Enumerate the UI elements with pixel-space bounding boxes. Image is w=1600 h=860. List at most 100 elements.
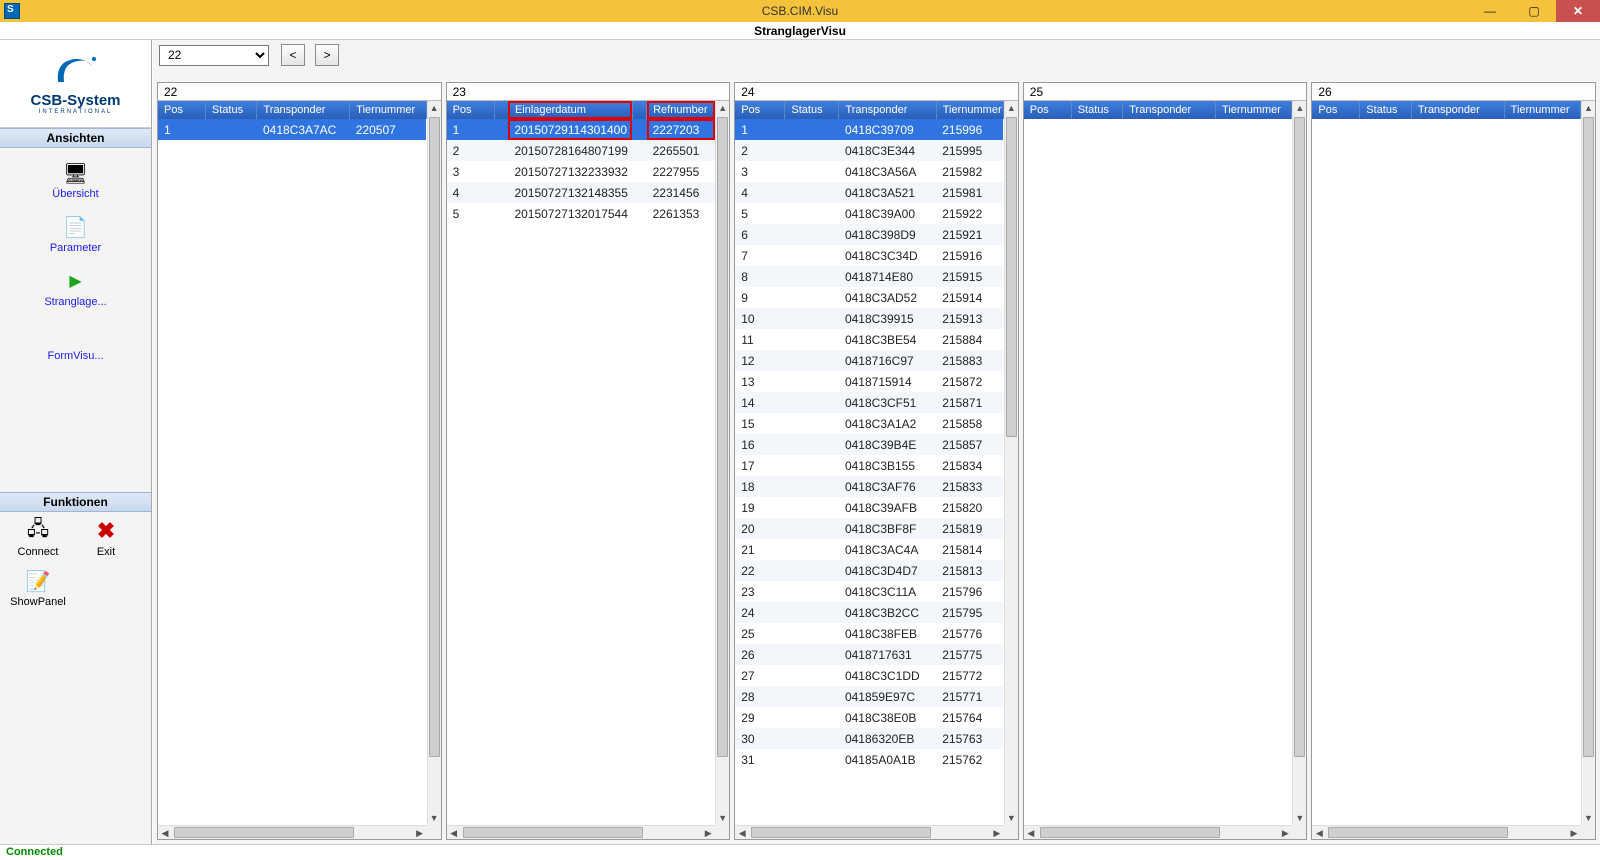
table-row[interactable]: 50418C39A00215922	[735, 203, 1003, 224]
table-cell[interactable]: 20150727132017544	[508, 203, 632, 224]
table-row[interactable]: 180418C3AF76215833	[735, 476, 1003, 497]
column-header[interactable]: Transponder	[1411, 101, 1504, 119]
table-cell[interactable]	[785, 560, 839, 581]
grid-body[interactable]: PosStatusTransponderTiernummer	[1024, 101, 1293, 825]
column-header[interactable]: Pos	[158, 101, 205, 119]
table-cell[interactable]: 23	[735, 581, 785, 602]
table-cell[interactable]: 215833	[936, 476, 1003, 497]
table-row[interactable]: 31 04185A0A1B215762	[735, 749, 1003, 770]
table-cell[interactable]: 4	[735, 182, 785, 203]
table-cell[interactable]	[785, 308, 839, 329]
table-row[interactable]: 5201507271320175442261353	[447, 203, 715, 224]
data-grid[interactable]: PosStatusTransponderTiernummer	[1312, 101, 1581, 119]
close-button[interactable]: ✕	[1556, 0, 1600, 22]
table-cell[interactable]: 9	[735, 287, 785, 308]
table-cell[interactable]: 20150728164807199	[508, 140, 632, 161]
minimize-button[interactable]: —	[1468, 0, 1512, 22]
table-cell[interactable]: 1	[447, 119, 494, 140]
table-row[interactable]: 270418C3C1DD215772	[735, 665, 1003, 686]
table-cell[interactable]	[632, 203, 646, 224]
table-cell[interactable]: 0418C3B155	[839, 455, 936, 476]
grid-body[interactable]: PosStatusTransponderTiernummer10418C3970…	[735, 101, 1004, 825]
table-cell[interactable]: 215834	[936, 455, 1003, 476]
table-cell[interactable]: 0418C3B2CC	[839, 602, 936, 623]
table-cell[interactable]	[785, 749, 839, 770]
horizontal-scrollbar[interactable]: ◀▶	[1024, 825, 1293, 839]
table-cell[interactable]: 19	[735, 497, 785, 518]
table-cell[interactable]: 0418C3C11A	[839, 581, 936, 602]
table-cell[interactable]: 0418C39B4E	[839, 434, 936, 455]
data-grid[interactable]: PosEinlagerdatumRefnumber120150729114301…	[447, 101, 716, 224]
table-cell[interactable]	[785, 224, 839, 245]
table-row[interactable]: 30418C3A56A215982	[735, 161, 1003, 182]
table-cell[interactable]: 215763	[936, 728, 1003, 749]
table-cell[interactable]	[785, 287, 839, 308]
next-button[interactable]: >	[315, 44, 339, 66]
table-cell[interactable]: 215796	[936, 581, 1003, 602]
table-cell[interactable]	[494, 203, 508, 224]
table-cell[interactable]: 215871	[936, 392, 1003, 413]
table-cell[interactable]: 215884	[936, 329, 1003, 350]
table-cell[interactable]: 16	[735, 434, 785, 455]
table-cell[interactable]: 215764	[936, 707, 1003, 728]
table-cell[interactable]: 31	[735, 749, 785, 770]
table-cell[interactable]: 2	[447, 140, 494, 161]
sidebar-item-stranglage[interactable]: ▶ Stranglage...	[0, 268, 151, 308]
grid-body[interactable]: PosStatusTransponderTiernummer10418C3A7A…	[158, 101, 427, 825]
table-cell[interactable]	[785, 518, 839, 539]
table-cell[interactable]	[785, 497, 839, 518]
table-cell[interactable]: 14	[735, 392, 785, 413]
horizontal-scrollbar[interactable]: ◀▶	[735, 825, 1004, 839]
table-cell[interactable]: 13	[735, 371, 785, 392]
table-cell[interactable]	[785, 644, 839, 665]
table-cell[interactable]	[785, 245, 839, 266]
table-cell[interactable]: 0418C3E344	[839, 140, 936, 161]
column-header[interactable]: Pos	[1312, 101, 1359, 119]
column-header[interactable]: Tiernummer	[1504, 101, 1580, 119]
table-cell[interactable]	[785, 476, 839, 497]
table-cell[interactable]	[494, 161, 508, 182]
table-cell[interactable]: 0418C38FEB	[839, 623, 936, 644]
table-row[interactable]: 40418C3A521215981	[735, 182, 1003, 203]
table-row[interactable]: 17 0418C3B155215834	[735, 455, 1003, 476]
table-cell[interactable]: 18	[735, 476, 785, 497]
table-cell[interactable]: 215922	[936, 203, 1003, 224]
column-header[interactable]: Status	[1071, 101, 1123, 119]
sidebar-item-parameter[interactable]: Parameter	[0, 214, 151, 254]
table-cell[interactable]: 04185A0A1B	[839, 749, 936, 770]
table-cell[interactable]	[785, 434, 839, 455]
data-grid[interactable]: PosStatusTransponderTiernummer10418C3A7A…	[158, 101, 427, 140]
table-cell[interactable]: 215981	[936, 182, 1003, 203]
table-cell[interactable]: 1	[735, 119, 785, 140]
prev-button[interactable]: <	[281, 44, 305, 66]
column-header[interactable]: Status	[205, 101, 257, 119]
table-cell[interactable]: 6	[735, 224, 785, 245]
table-cell[interactable]: 215772	[936, 665, 1003, 686]
table-cell[interactable]	[785, 140, 839, 161]
table-cell[interactable]: 29	[735, 707, 785, 728]
table-cell[interactable]: 215762	[936, 749, 1003, 770]
table-cell[interactable]: 2	[735, 140, 785, 161]
table-cell[interactable]: 1	[158, 119, 205, 140]
table-cell[interactable]	[494, 140, 508, 161]
table-cell[interactable]: 20150727132233932	[508, 161, 632, 182]
table-row[interactable]: 240418C3B2CC215795	[735, 602, 1003, 623]
table-cell[interactable]: 11	[735, 329, 785, 350]
table-row[interactable]: 200418C3BF8F215819	[735, 518, 1003, 539]
table-row[interactable]: 2201507281648071992265501	[447, 140, 715, 161]
table-cell[interactable]: 0418C3CF51	[839, 392, 936, 413]
table-cell[interactable]: 20150727132148355	[508, 182, 632, 203]
table-cell[interactable]	[785, 161, 839, 182]
table-cell[interactable]	[494, 119, 508, 140]
table-cell[interactable]: 215995	[936, 140, 1003, 161]
table-cell[interactable]: 17	[735, 455, 785, 476]
table-cell[interactable]: 04186320EB	[839, 728, 936, 749]
table-cell[interactable]: 0418C3A1A2	[839, 413, 936, 434]
sidebar-item-formvisu[interactable]: FormVisu...	[0, 322, 151, 362]
table-cell[interactable]: 215915	[936, 266, 1003, 287]
table-cell[interactable]: 0418C3C34D	[839, 245, 936, 266]
column-header[interactable]: Tiernummer	[936, 101, 1003, 119]
table-cell[interactable]: 24	[735, 602, 785, 623]
table-cell[interactable]	[785, 455, 839, 476]
horizontal-scrollbar[interactable]: ◀▶	[447, 825, 716, 839]
